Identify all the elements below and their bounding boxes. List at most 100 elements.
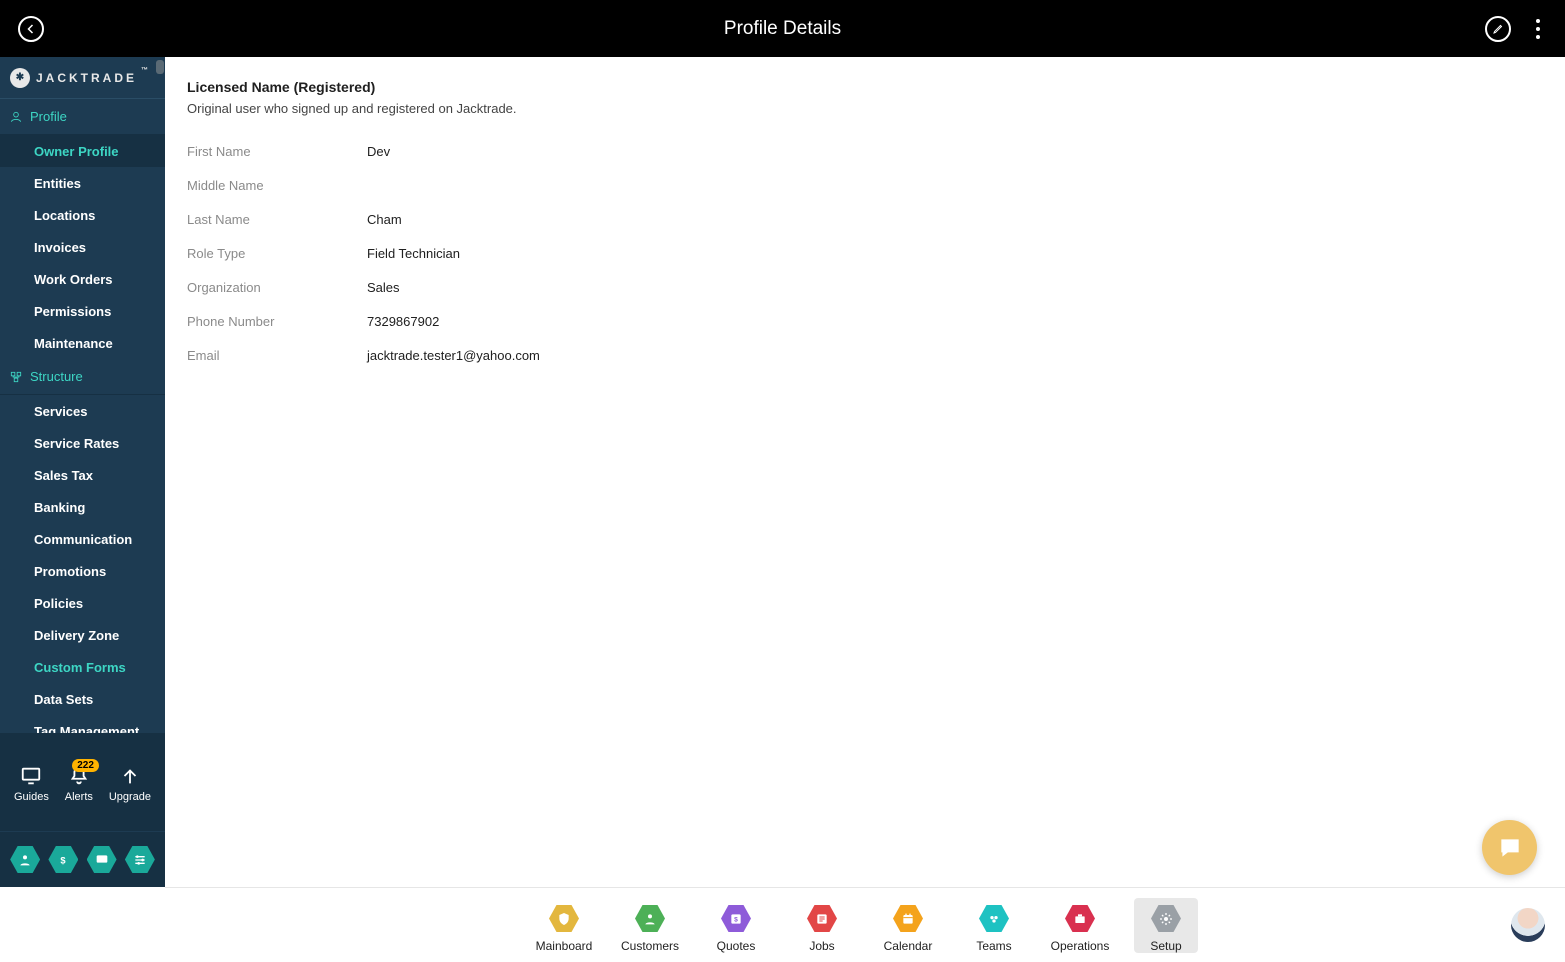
shield-icon [549,904,579,934]
sidebar-item-invoices[interactable]: Invoices [0,231,165,263]
chat-icon [94,852,110,868]
sidebar-item-services[interactable]: Services [0,395,165,427]
nav-item-operations[interactable]: Operations [1048,898,1112,953]
team-icon [979,904,1009,934]
quote-icon: $ [721,904,751,934]
upgrade-button[interactable]: Upgrade [109,765,151,803]
field-value: Sales [367,280,400,295]
upgrade-label: Upgrade [109,791,151,803]
sidebar-item-entities[interactable]: Entities [0,167,165,199]
nav-item-mainboard[interactable]: Mainboard [532,898,596,953]
bottom-nav: Mainboard Customers $ Quotes Jobs Calendar Tea… [165,887,1565,962]
guides-label: Guides [14,791,49,803]
nav-item-calendar[interactable]: Calendar [876,898,940,953]
page-title: Profile Details [0,18,1565,40]
field-label: Phone Number [187,314,367,329]
sidebar-item-promotions[interactable]: Promotions [0,555,165,587]
shortcut-person-button[interactable] [10,845,40,875]
brand-logo[interactable]: ✱ JACKTRADE ™ [0,57,165,99]
nav-item-customers[interactable]: Customers [618,898,682,953]
svg-text:$: $ [734,916,738,923]
nav-item-setup[interactable]: Setup [1134,898,1198,953]
nav-label: Customers [621,939,679,953]
sidebar-item-owner-profile[interactable]: Owner Profile [0,135,165,167]
sidebar-item-policies[interactable]: Policies [0,587,165,619]
brand-tm: ™ [141,67,148,74]
field-row: Phone Number7329867902 [187,304,1543,338]
sidebar-section-label: Structure [30,369,83,384]
list-icon [807,904,837,934]
sidebar-footer: Guides 222 Alerts Upgrade $ [0,733,165,887]
alerts-button[interactable]: 222 Alerts [65,765,93,803]
guides-button[interactable]: Guides [14,765,49,803]
section-title: Licensed Name (Registered) [187,79,1543,95]
chat-bubble-icon [1497,835,1523,861]
main-content: Licensed Name (Registered) Original user… [165,57,1565,887]
field-label: Middle Name [187,178,367,193]
sidebar-item-maintenance[interactable]: Maintenance [0,327,165,359]
gear-icon [1151,904,1181,934]
field-label: Role Type [187,246,367,261]
sidebar-section-structure[interactable]: Structure [0,359,165,395]
field-row: Role TypeField Technician [187,236,1543,270]
back-button[interactable] [18,16,44,42]
field-value: 7329867902 [367,314,439,329]
nav-label: Mainboard [536,939,593,953]
more-menu-button[interactable] [1529,16,1547,42]
nav-item-jobs[interactable]: Jobs [790,898,854,953]
nav-item-teams[interactable]: Teams [962,898,1026,953]
topbar: Profile Details [0,0,1565,57]
sidebar-section-profile[interactable]: Profile [0,99,165,135]
field-row: Emailjacktrade.tester1@yahoo.com [187,338,1543,372]
nav-label: Setup [1150,939,1181,953]
pencil-icon [1492,23,1504,35]
sidebar-icon-row: $ [0,831,165,887]
sidebar-item-banking[interactable]: Banking [0,491,165,523]
sidebar-item-permissions[interactable]: Permissions [0,295,165,327]
sidebar-section-label: Profile [30,109,67,124]
nav-label: Calendar [884,939,933,953]
sidebar-item-locations[interactable]: Locations [0,199,165,231]
monitor-icon [20,765,42,787]
field-row: OrganizationSales [187,270,1543,304]
sidebar-item-data-sets[interactable]: Data Sets [0,683,165,715]
nav-label: Operations [1051,939,1110,953]
dollar-icon: $ [55,852,71,868]
nav-label: Jobs [809,939,834,953]
sidebar-item-work-orders[interactable]: Work Orders [0,263,165,295]
nav-label: Quotes [717,939,756,953]
shortcut-dollar-button[interactable]: $ [48,845,78,875]
field-value: Cham [367,212,402,227]
edit-button[interactable] [1485,16,1511,42]
nav-item-quotes[interactable]: $ Quotes [704,898,768,953]
sidebar-item-service-rates[interactable]: Service Rates [0,427,165,459]
chevron-left-icon [25,23,37,35]
field-value: Field Technician [367,246,460,261]
field-row: First NameDev [187,134,1543,168]
svg-text:$: $ [61,855,67,865]
sidebar-item-communication[interactable]: Communication [0,523,165,555]
structure-icon [9,370,23,384]
sidebar-item-sales-tax[interactable]: Sales Tax [0,459,165,491]
field-row: Last NameCham [187,202,1543,236]
nav-label: Teams [976,939,1011,953]
field-label: Email [187,348,367,363]
field-row: Middle Name [187,168,1543,202]
field-value: Dev [367,144,390,159]
sidebar-item-custom-forms[interactable]: Custom Forms [0,651,165,683]
alerts-badge: 222 [72,759,99,772]
field-label: Last Name [187,212,367,227]
user-avatar[interactable] [1511,908,1545,942]
brand-badge-icon: ✱ [10,68,30,88]
shortcut-chat-button[interactable] [87,845,117,875]
person-icon [635,904,665,934]
field-label: First Name [187,144,367,159]
scrollbar-thumb[interactable] [156,60,164,74]
arrow-up-icon [119,765,141,787]
brand-name: JACKTRADE [36,71,137,85]
section-subtitle: Original user who signed up and register… [187,101,1543,116]
shortcut-settings-button[interactable] [125,845,155,875]
chat-launcher-button[interactable] [1482,820,1537,875]
sliders-icon [132,852,148,868]
sidebar-item-delivery-zone[interactable]: Delivery Zone [0,619,165,651]
